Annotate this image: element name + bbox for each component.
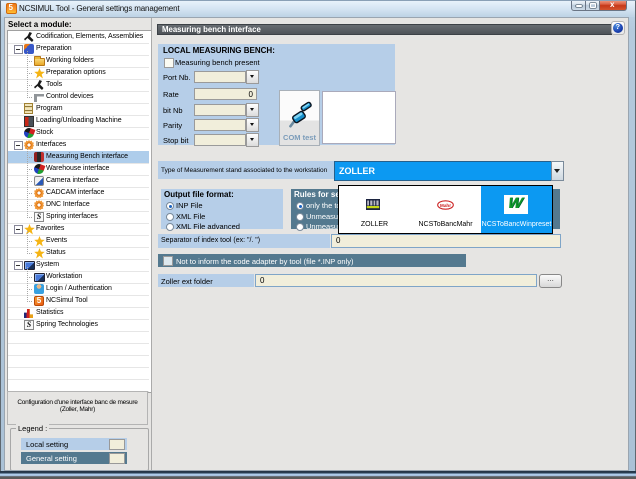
- svg-text:Mahr: Mahr: [440, 203, 451, 208]
